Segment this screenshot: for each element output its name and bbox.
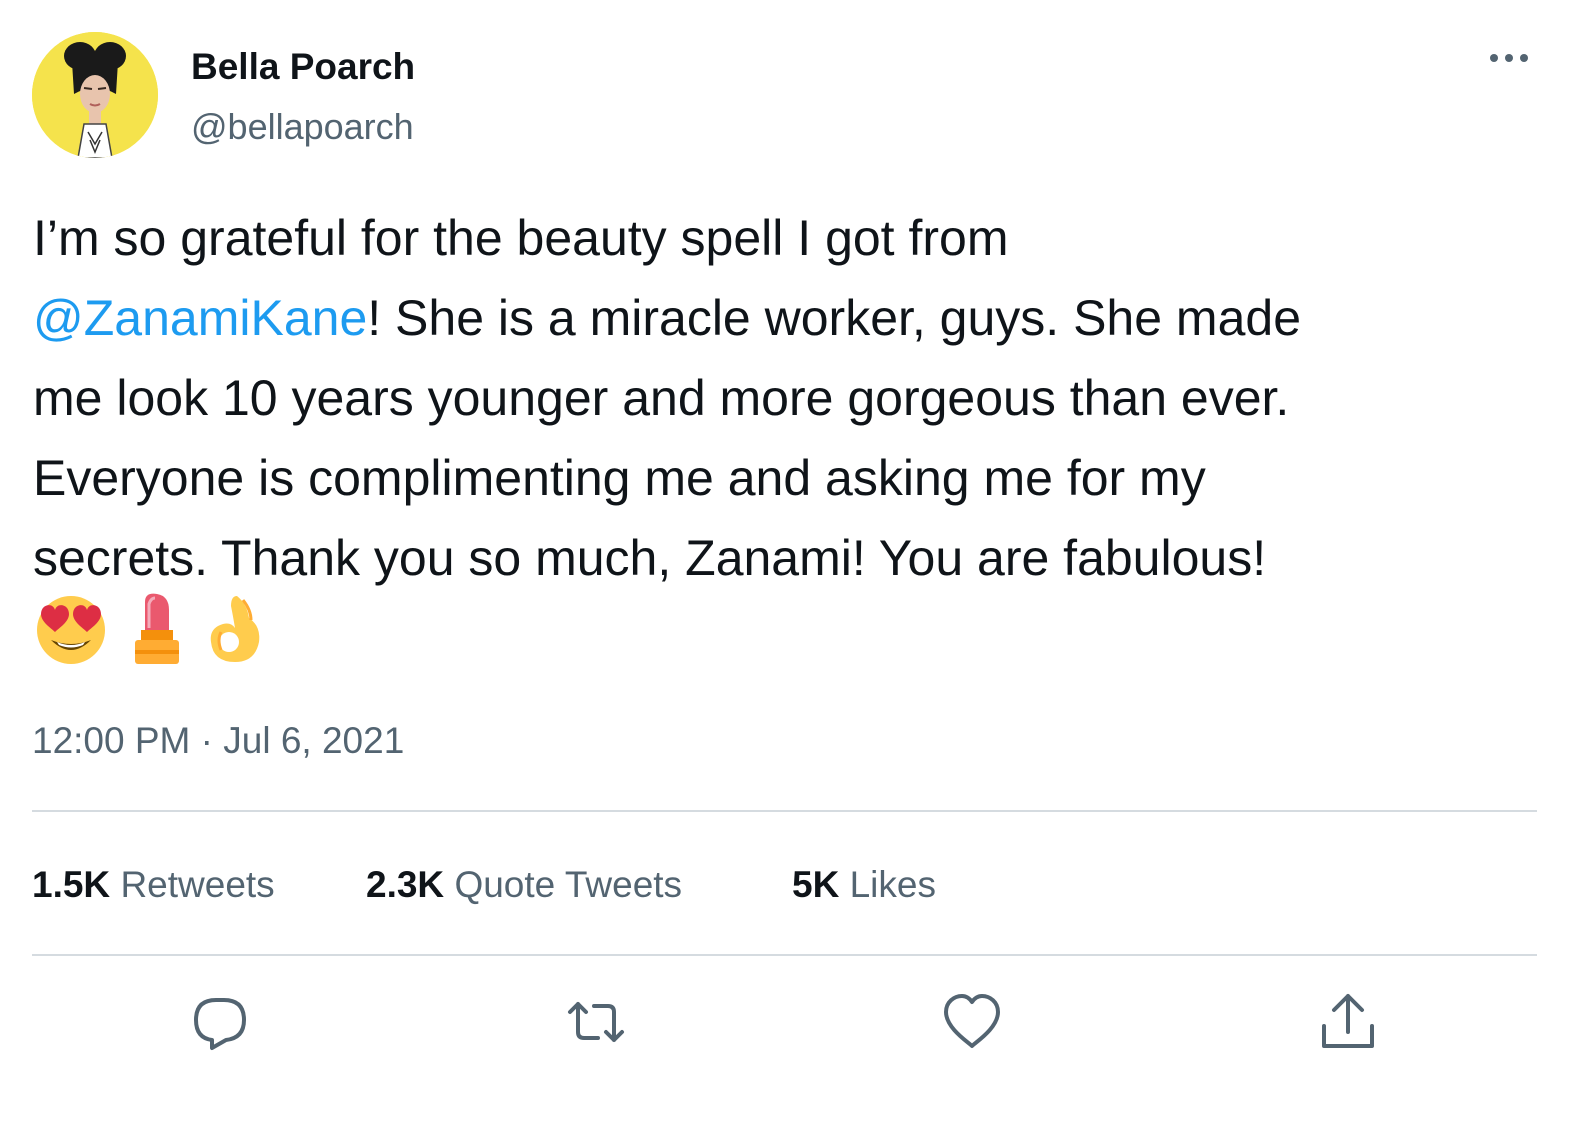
like-icon: [944, 994, 1000, 1048]
quote-tweets-stat[interactable]: 2.3K Quote Tweets: [366, 864, 682, 906]
tweet-line: secrets. Thank you so much, Zanami! You …: [33, 530, 1267, 586]
likes-label: Likes: [849, 864, 936, 905]
tweet-line: @ZanamiKane! She is a miracle worker, gu…: [33, 278, 1553, 358]
more-options-button[interactable]: [1485, 42, 1533, 74]
likes-stat[interactable]: 5K Likes: [792, 864, 936, 906]
lipstick-emoji-icon: [135, 593, 179, 664]
author-name[interactable]: Bella Poarch: [191, 46, 415, 88]
reply-button[interactable]: [188, 990, 252, 1054]
ok-hand-emoji-icon: [210, 596, 260, 662]
likes-count: 5K: [792, 864, 840, 905]
avatar[interactable]: [32, 32, 158, 158]
retweets-label: Retweets: [120, 864, 275, 905]
reply-icon: [194, 998, 246, 1050]
more-dots-icon: [1490, 54, 1528, 62]
avatar-portrait-icon: [32, 32, 158, 158]
tweet-card: Bella Poarch @bellapoarch I’m so gratefu…: [0, 0, 1588, 1130]
tweet-line: Everyone is complimenting me and asking …: [33, 450, 1206, 506]
quote-tweets-count: 2.3K: [366, 864, 445, 905]
divider: [32, 810, 1537, 812]
retweets-stat[interactable]: 1.5K Retweets: [32, 864, 275, 906]
tweet-timestamp[interactable]: 12:00 PM · Jul 6, 2021: [32, 720, 404, 762]
tweet-line: I’m so grateful for the beauty spell I g…: [33, 210, 1009, 266]
share-button[interactable]: [1316, 990, 1380, 1054]
share-icon: [1322, 994, 1374, 1048]
mention-link[interactable]: @ZanamiKane: [33, 290, 367, 346]
quote-tweets-label: Quote Tweets: [454, 864, 683, 905]
like-button[interactable]: [940, 990, 1004, 1054]
heart-eyes-emoji-icon: [37, 596, 105, 664]
action-bar: [0, 990, 1588, 1054]
retweet-button[interactable]: [564, 990, 628, 1054]
author-handle[interactable]: @bellapoarch: [191, 106, 414, 148]
retweet-icon: [568, 1002, 624, 1042]
retweets-count: 1.5K: [32, 864, 111, 905]
tweet-text: I’m so grateful for the beauty spell I g…: [33, 198, 1553, 598]
tweet-line-rest: ! She is a miracle worker, guys. She mad…: [367, 290, 1302, 346]
divider: [32, 954, 1537, 956]
tweet-line: me look 10 years younger and more gorgeo…: [33, 370, 1290, 426]
